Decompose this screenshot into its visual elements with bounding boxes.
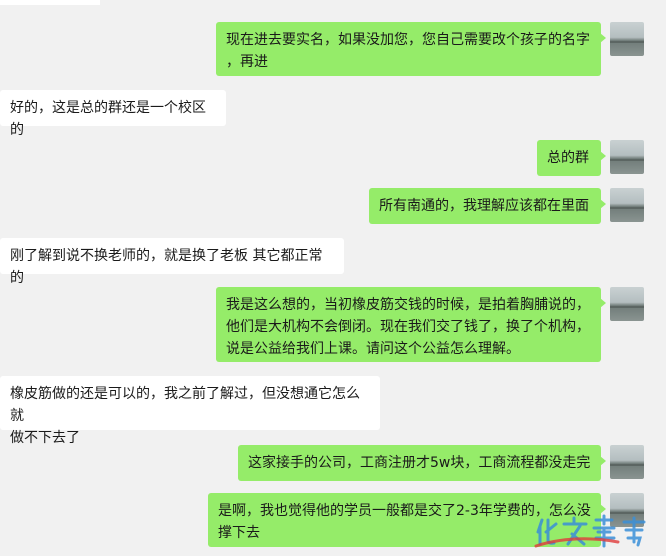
incoming-message[interactable]: 刚了解到说不换老师的，就是换了老板 其它都正常的: [0, 238, 344, 286]
outgoing-message[interactable]: 我是这么想的，当初橡皮筋交钱的时候，是拍着胸脯说的， 他们是大机构不会倒闭。现在…: [216, 287, 606, 362]
message-line: 刚了解到说不换老师的，就是换了老板 其它都正常的: [10, 248, 323, 286]
user-avatar[interactable]: [610, 22, 644, 56]
message-line: ，再进: [226, 54, 268, 70]
chat-history: 现在进去要实名，如果没加您，您自己需要改个孩子的名字 ，再进 好的，这是总的群还…: [0, 0, 666, 556]
outgoing-message[interactable]: 现在进去要实名，如果没加您，您自己需要改个孩子的名字 ，再进: [216, 22, 606, 76]
incoming-message[interactable]: 橡皮筋做的还是可以的，我之前了解过，但没想通它怎么就 做不下去了: [0, 376, 380, 446]
message-line: 说是公益给我们上课。请问这个公益怎么理解。: [226, 341, 520, 357]
outgoing-message[interactable]: 这家接手的公司，工商注册才5w块，工商流程都没走完: [238, 445, 606, 481]
incoming-message[interactable]: 好的，这是总的群还是一个校区的: [0, 90, 226, 138]
user-avatar[interactable]: [610, 188, 644, 222]
message-line: 所有南通的，我理解应该都在里面: [379, 198, 589, 214]
outgoing-message[interactable]: 总的群: [537, 140, 606, 176]
previous-message-fragment: [0, 0, 100, 5]
outgoing-message[interactable]: 所有南通的，我理解应该都在里面: [369, 188, 606, 224]
message-line: 好的，这是总的群还是一个校区的: [10, 100, 206, 138]
message-line: 这家接手的公司，工商注册才5w块，工商流程都没走完: [248, 455, 591, 471]
message-line: 现在进去要实名，如果没加您，您自己需要改个孩子的名字: [226, 32, 590, 48]
message-line: 我是这么想的，当初橡皮筋交钱的时候，是拍着胸脯说的，: [226, 297, 590, 313]
watermark-logo: [534, 514, 646, 548]
message-line: 总的群: [547, 150, 589, 166]
user-avatar[interactable]: [610, 140, 644, 174]
message-line: 橡皮筋做的还是可以的，我之前了解过，但没想通它怎么就: [10, 386, 360, 424]
message-line: 他们是大机构不会倒闭。现在我们交了钱了，换了个机构，: [226, 319, 590, 335]
user-avatar[interactable]: [610, 287, 644, 321]
user-avatar[interactable]: [610, 445, 644, 479]
